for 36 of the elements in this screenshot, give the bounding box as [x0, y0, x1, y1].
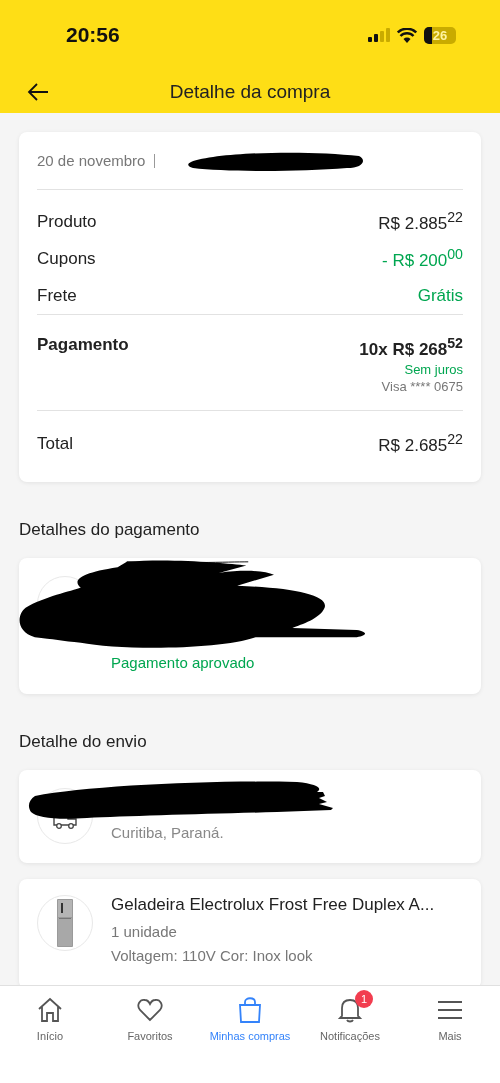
card-number: Visa **** 0675: [381, 378, 463, 394]
line-amount: R$ 2.885$^{22}$: [378, 209, 463, 234]
signal-icon: [368, 28, 390, 42]
section-heading: Detalhes do pagamento: [19, 519, 201, 540]
total-amount: R$ 2.685$^{22}$: [378, 431, 463, 456]
product-variant: Voltagem: 110V Cor: Inox look: [111, 946, 314, 964]
nav-tab[interactable]: Início: [0, 986, 100, 1042]
product-quantity: 1 unidade: [111, 922, 178, 940]
line-label: Frete: [37, 285, 77, 306]
payment-label: Pagamento: [37, 335, 129, 355]
notification-badge: 1: [355, 990, 373, 1008]
payment-status: Pagamento aprovado: [111, 653, 255, 671]
product-name: Geladeira Electrolux Frost Free Duplex A...: [111, 894, 435, 915]
nav-tab[interactable]: 1 Notificações: [300, 986, 400, 1042]
home-icon: [37, 997, 63, 1023]
line-amount: Grátis: [417, 285, 463, 306]
shipping-address: Curitiba, Paraná.: [111, 823, 224, 841]
section-heading: Detalhe do envio: [19, 731, 148, 752]
nav-tab[interactable]: Favoritos: [100, 986, 200, 1042]
total-label: Total: [37, 433, 73, 454]
nav-tab[interactable]: Mais: [400, 986, 500, 1042]
heart-icon: [137, 998, 163, 1022]
line-amount: - R$ 200$^{00}$: [382, 246, 463, 271]
bell-icon: [337, 997, 363, 1023]
page-title: Detalhe da compra: [169, 80, 331, 103]
line-label: Produto: [37, 211, 97, 232]
nav-tab[interactable]: Minhas compras: [200, 986, 300, 1042]
installment-amount: 10x R$ 268$^{52}$: [359, 335, 463, 360]
purchase-date: 20 de novembro: [37, 152, 146, 169]
wifi-icon: [397, 27, 417, 43]
status-time: 20:56: [66, 23, 120, 47]
line-label: Cupons: [37, 248, 96, 269]
menu-icon: [437, 1000, 463, 1020]
interest-note: Sem juros: [404, 361, 463, 377]
bag-icon: [237, 996, 263, 1024]
battery-icon: 26: [424, 26, 456, 44]
